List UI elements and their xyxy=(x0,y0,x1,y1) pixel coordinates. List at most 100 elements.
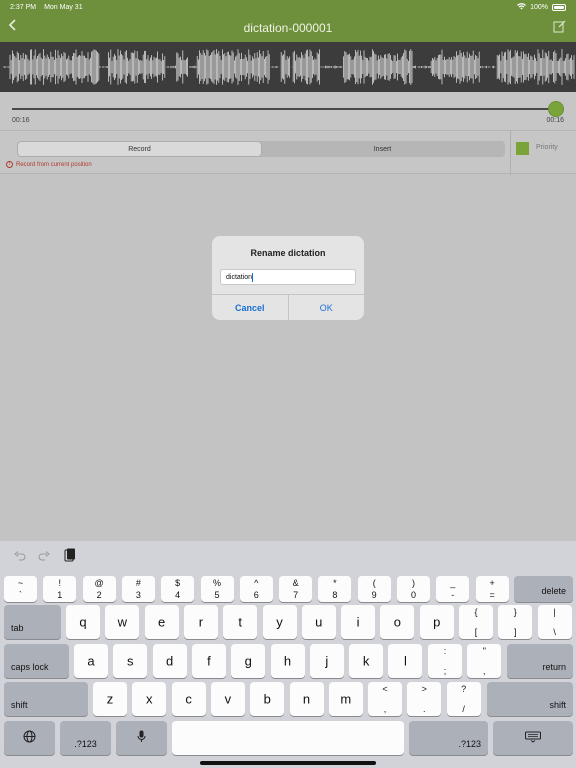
key-=[interactable]: + = xyxy=(475,576,509,602)
key-z[interactable]: z xyxy=(93,682,127,716)
key-,[interactable]: ", xyxy=(467,644,502,678)
key-`[interactable]: ~ ` xyxy=(4,576,37,602)
key-label: shift xyxy=(11,700,28,710)
key-8[interactable]: * 8 xyxy=(318,576,352,602)
key-p[interactable]: p xyxy=(419,605,454,639)
cancel-button[interactable]: Cancel xyxy=(212,295,289,320)
key-m[interactable]: m xyxy=(328,682,363,716)
priority-checkbox[interactable] xyxy=(516,142,529,155)
key-shift-char: ? xyxy=(461,684,467,694)
key-label: .?123 xyxy=(74,739,97,749)
key-a[interactable]: a xyxy=(74,644,108,678)
key-label: shift xyxy=(549,700,566,710)
key-h[interactable]: h xyxy=(270,644,305,678)
key-7[interactable]: & 7 xyxy=(279,576,313,602)
chevron-left-icon[interactable] xyxy=(8,18,18,37)
scrubber-thumb[interactable] xyxy=(549,102,563,116)
edit-icon[interactable] xyxy=(553,20,566,33)
paste-icon[interactable] xyxy=(64,548,76,565)
key-shift-char: : xyxy=(443,646,447,656)
return-key[interactable]: return xyxy=(507,644,573,678)
key-base-char: 6 xyxy=(253,590,259,600)
ok-button[interactable]: OK xyxy=(289,295,365,320)
key-base-char: = xyxy=(489,590,495,600)
key-i[interactable]: i xyxy=(341,605,376,639)
key-n[interactable]: n xyxy=(289,682,324,716)
key-shift-char: ( xyxy=(372,578,376,588)
scrubber-track[interactable] xyxy=(12,108,558,110)
key-l[interactable]: l xyxy=(388,644,423,678)
home-indicator xyxy=(200,761,376,765)
hide-keyboard-key[interactable] xyxy=(493,721,573,755)
key-;[interactable]: :; xyxy=(428,644,462,678)
key-g[interactable]: g xyxy=(231,644,266,678)
key-f[interactable]: f xyxy=(191,644,226,678)
shift-right-key[interactable]: shift xyxy=(487,682,573,716)
key-,[interactable]: <, xyxy=(368,682,402,716)
globe-key[interactable] xyxy=(4,721,55,755)
numbers-mode-key-right[interactable]: .?123 xyxy=(409,721,488,755)
key-char: n xyxy=(302,691,311,707)
key-1[interactable]: ! 1 xyxy=(43,576,77,602)
key-shift-char: ~ xyxy=(17,578,24,588)
key-6[interactable]: ^ 6 xyxy=(239,576,273,602)
shift-left-key[interactable]: shift xyxy=(4,682,88,716)
battery-icon xyxy=(552,3,566,11)
key-w[interactable]: w xyxy=(105,605,140,639)
key-e[interactable]: e xyxy=(144,605,179,639)
key-b[interactable]: b xyxy=(250,682,285,716)
dictation-name-input[interactable]: dictation xyxy=(220,269,356,285)
waveform[interactable] xyxy=(0,42,576,92)
key-c[interactable]: c xyxy=(171,682,206,716)
key-shift-char: # xyxy=(135,578,141,588)
key-9[interactable]: (9 xyxy=(357,576,391,602)
key-.[interactable]: >. xyxy=(407,682,442,716)
key-j[interactable]: j xyxy=(309,644,344,678)
key-4[interactable]: $4 xyxy=(161,576,195,602)
key-base-char: \ xyxy=(553,627,556,637)
key-x[interactable]: x xyxy=(132,682,167,716)
key-2[interactable]: @2 xyxy=(82,576,116,602)
key-u[interactable]: u xyxy=(301,605,336,639)
key--[interactable]: _ - xyxy=(436,576,470,602)
key-s[interactable]: s xyxy=(113,644,148,678)
key-shift-char: > xyxy=(421,684,427,694)
key-5[interactable]: % 5 xyxy=(200,576,234,602)
key-][interactable]: }] xyxy=(498,605,533,639)
key-char: s xyxy=(127,653,134,669)
status-date: Mon May 31 xyxy=(44,3,83,11)
key-shift-char: _ xyxy=(450,578,456,588)
key-base-char: 3 xyxy=(135,590,141,600)
key-0[interactable]: ) 0 xyxy=(397,576,430,602)
tab-key[interactable]: tab xyxy=(4,605,61,639)
key-v[interactable]: v xyxy=(210,682,245,716)
redo-icon[interactable] xyxy=(38,550,50,564)
key-3[interactable]: #3 xyxy=(121,576,155,602)
key-[[interactable]: {[ xyxy=(459,605,493,639)
key-shift-char: " xyxy=(482,646,486,656)
key-label: .?123 xyxy=(458,739,481,749)
tab-record[interactable]: Record xyxy=(18,142,261,156)
key-q[interactable]: q xyxy=(66,605,100,639)
key-y[interactable]: y xyxy=(262,605,297,639)
dictation-key[interactable] xyxy=(116,721,167,755)
space-bar[interactable] xyxy=(172,721,404,755)
numbers-mode-key-left[interactable]: .?123 xyxy=(60,721,111,755)
key-\[interactable]: | \ xyxy=(537,605,572,639)
key-r[interactable]: r xyxy=(183,605,218,639)
key-d[interactable]: d xyxy=(152,644,187,678)
key-char: k xyxy=(362,653,370,669)
key-base-char: ; xyxy=(443,666,447,676)
caps-lock-key[interactable]: caps lock xyxy=(4,644,69,678)
key-t[interactable]: t xyxy=(223,605,258,639)
key-k[interactable]: k xyxy=(349,644,384,678)
key-o[interactable]: o xyxy=(380,605,415,639)
key-shift-char: $ xyxy=(175,578,181,588)
tab-insert[interactable]: Insert xyxy=(261,142,504,156)
delete-key[interactable]: delete xyxy=(514,576,573,602)
divider xyxy=(510,131,511,175)
undo-icon[interactable] xyxy=(14,550,26,564)
key-/[interactable]: ? / xyxy=(446,682,481,716)
key-char: y xyxy=(276,614,283,630)
key-shift-char: ^ xyxy=(254,578,259,588)
